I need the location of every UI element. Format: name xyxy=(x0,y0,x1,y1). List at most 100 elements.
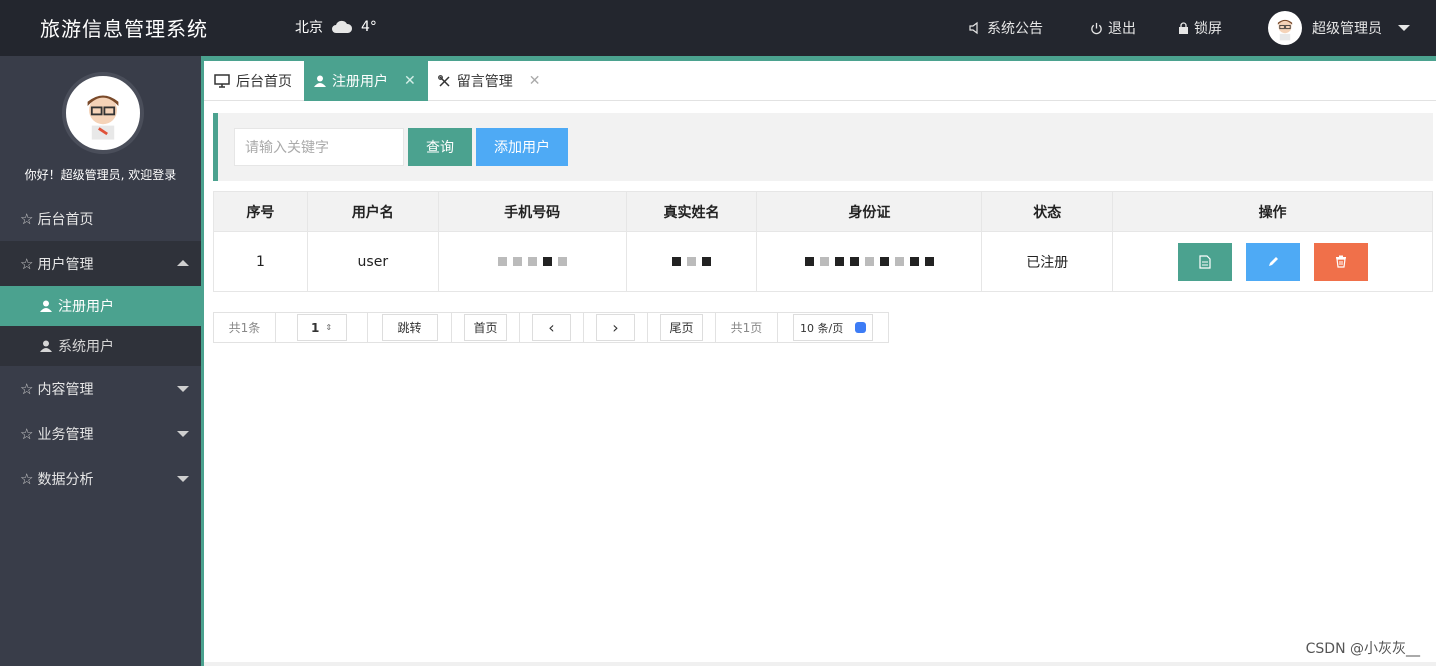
edit-button[interactable] xyxy=(1245,242,1300,281)
sidebar-avatar xyxy=(62,72,144,154)
column-header: 用户名 xyxy=(306,191,439,232)
column-header: 序号 xyxy=(213,191,308,232)
next-wrap: › xyxy=(584,313,648,342)
lock-icon xyxy=(1179,22,1188,34)
page-input-wrap: 1 ⇕ xyxy=(276,313,368,342)
tab-label: 留言管理 xyxy=(456,74,513,90)
weather-city: 北京 xyxy=(295,20,323,36)
sidebar-item-label: 数据分析 xyxy=(37,471,94,488)
column-header: 状态 xyxy=(981,191,1114,232)
sidebar-item-system-users[interactable]: 系统用户 xyxy=(0,326,201,366)
total-pages: 共1页 xyxy=(716,313,778,342)
user-icon xyxy=(40,300,52,312)
user-menu[interactable]: 超级管理员 xyxy=(1268,0,1410,56)
announce-label: 系统公告 xyxy=(987,21,1043,37)
sidebar-item-business-management[interactable]: ☆ 业务管理 xyxy=(0,411,201,456)
watermark: CSDN @小灰灰__ xyxy=(1305,641,1420,657)
sidebar-item-label: 后台首页 xyxy=(37,211,94,228)
monitor-icon xyxy=(214,74,230,88)
cell-idcard-redacted xyxy=(756,231,983,292)
sidebar-item-home[interactable]: ☆ 后台首页 xyxy=(0,196,201,241)
lock-label: 锁屏 xyxy=(1194,21,1222,37)
spinner-icon: ⇕ xyxy=(325,323,333,332)
close-icon[interactable]: ✕ xyxy=(404,73,416,89)
tools-icon xyxy=(437,74,450,87)
star-icon: ☆ xyxy=(20,424,34,443)
cell-actions xyxy=(1112,231,1433,292)
column-header: 手机号码 xyxy=(437,191,627,232)
column-header: 身份证 xyxy=(756,191,983,232)
column-header: 操作 xyxy=(1112,191,1433,232)
chevron-up-icon xyxy=(177,260,189,266)
sidebar-item-label: 系统用户 xyxy=(58,339,114,355)
table-row: 1 user 已注册 xyxy=(213,231,1433,292)
pencil-icon xyxy=(1268,256,1278,266)
query-button[interactable]: 查询 xyxy=(408,128,472,166)
cell-status: 已注册 xyxy=(981,231,1114,292)
user-icon xyxy=(40,340,52,352)
search-input[interactable]: 请输入关键字 xyxy=(234,128,404,166)
tab-home[interactable]: 后台首页 xyxy=(204,61,304,101)
sidebar-item-label: 内容管理 xyxy=(37,381,94,398)
tab-registered-users[interactable]: 注册用户 ✕ xyxy=(304,61,428,101)
delete-button[interactable] xyxy=(1313,242,1368,281)
last-page-button[interactable]: 尾页 xyxy=(660,314,703,341)
page-size-wrap: 10 条/页 xyxy=(778,313,888,342)
cell-phone-redacted xyxy=(437,231,627,292)
first-wrap: 首页 xyxy=(452,313,520,342)
logout-link[interactable]: 退出 xyxy=(1090,0,1136,56)
document-icon xyxy=(1198,254,1211,269)
user-table: 序号 用户名 手机号码 真实姓名 身份证 状态 操作 1 user 已注册 xyxy=(213,191,1433,292)
next-page-button[interactable]: › xyxy=(596,314,635,341)
sidebar-item-content-management[interactable]: ☆ 内容管理 xyxy=(0,366,201,411)
sidebar: 你好！超级管理员, 欢迎登录 ☆ 后台首页 ☆ 用户管理 注册用户 系统用户 ☆… xyxy=(0,56,201,666)
search-placeholder: 请输入关键字 xyxy=(245,140,329,156)
chevron-right-icon: › xyxy=(612,318,619,337)
trash-icon xyxy=(1335,255,1346,268)
lock-screen-link[interactable]: 锁屏 xyxy=(1178,0,1222,56)
sidebar-item-label: 注册用户 xyxy=(58,299,114,315)
select-arrow-icon xyxy=(855,322,866,333)
user-icon xyxy=(314,75,326,87)
first-page-button[interactable]: 首页 xyxy=(464,314,507,341)
logout-label: 退出 xyxy=(1108,21,1136,37)
welcome-text: 你好！超级管理员, 欢迎登录 xyxy=(24,168,177,182)
star-icon: ☆ xyxy=(20,379,34,398)
page-input-value: 1 xyxy=(310,320,320,335)
star-icon: ☆ xyxy=(20,209,34,228)
sidebar-item-user-management[interactable]: ☆ 用户管理 xyxy=(0,241,201,286)
page-number-input[interactable]: 1 ⇕ xyxy=(296,314,347,341)
sidebar-item-data-analysis[interactable]: ☆ 数据分析 xyxy=(0,456,201,501)
page-size-select[interactable]: 10 条/页 xyxy=(793,314,873,341)
last-wrap: 尾页 xyxy=(648,313,716,342)
bottom-bar xyxy=(204,662,1436,666)
power-icon xyxy=(1091,22,1102,34)
announce-link[interactable]: 系统公告 xyxy=(968,0,1043,56)
total-count: 共1条 xyxy=(214,313,276,342)
top-header: 旅游信息管理系统 北京 4° 系统公告 退出 锁屏 超级管理员 xyxy=(0,0,1436,56)
pagination: 共1条 1 ⇕ 跳转 首页 ‹ › 尾页 共1页 10 条/页 xyxy=(213,312,889,343)
tab-label: 注册用户 xyxy=(332,74,388,90)
tab-message-management[interactable]: 留言管理 ✕ xyxy=(428,61,553,101)
page-size-value: 10 条/页 xyxy=(800,321,844,335)
search-toolbar: 请输入关键字 查询 添加用户 xyxy=(213,113,1433,181)
speaker-icon xyxy=(969,21,978,35)
sidebar-nav: ☆ 后台首页 ☆ 用户管理 注册用户 系统用户 ☆ 内容管理 ☆ 业务管理 ☆ xyxy=(0,196,201,501)
column-header: 真实姓名 xyxy=(625,191,758,232)
prev-page-button[interactable]: ‹ xyxy=(532,314,571,341)
view-button[interactable] xyxy=(1177,242,1232,281)
close-icon[interactable]: ✕ xyxy=(529,73,541,89)
user-name: 超级管理员 xyxy=(1312,21,1382,37)
cell-realname-redacted xyxy=(625,231,758,292)
chevron-left-icon: ‹ xyxy=(548,318,555,337)
star-icon: ☆ xyxy=(20,254,34,273)
main-content: 后台首页 注册用户 ✕ 留言管理 ✕ 请输入关键字 查询 添加用户 序号 用户名… xyxy=(201,56,1436,666)
sidebar-item-label: 业务管理 xyxy=(37,426,94,443)
add-user-button[interactable]: 添加用户 xyxy=(476,128,568,166)
sidebar-item-registered-users[interactable]: 注册用户 xyxy=(0,286,201,326)
tab-label: 后台首页 xyxy=(236,74,292,90)
chevron-down-icon xyxy=(1398,25,1410,31)
cell-username: user xyxy=(306,231,439,292)
jump-button[interactable]: 跳转 xyxy=(381,314,438,341)
cloud-icon xyxy=(331,20,353,34)
